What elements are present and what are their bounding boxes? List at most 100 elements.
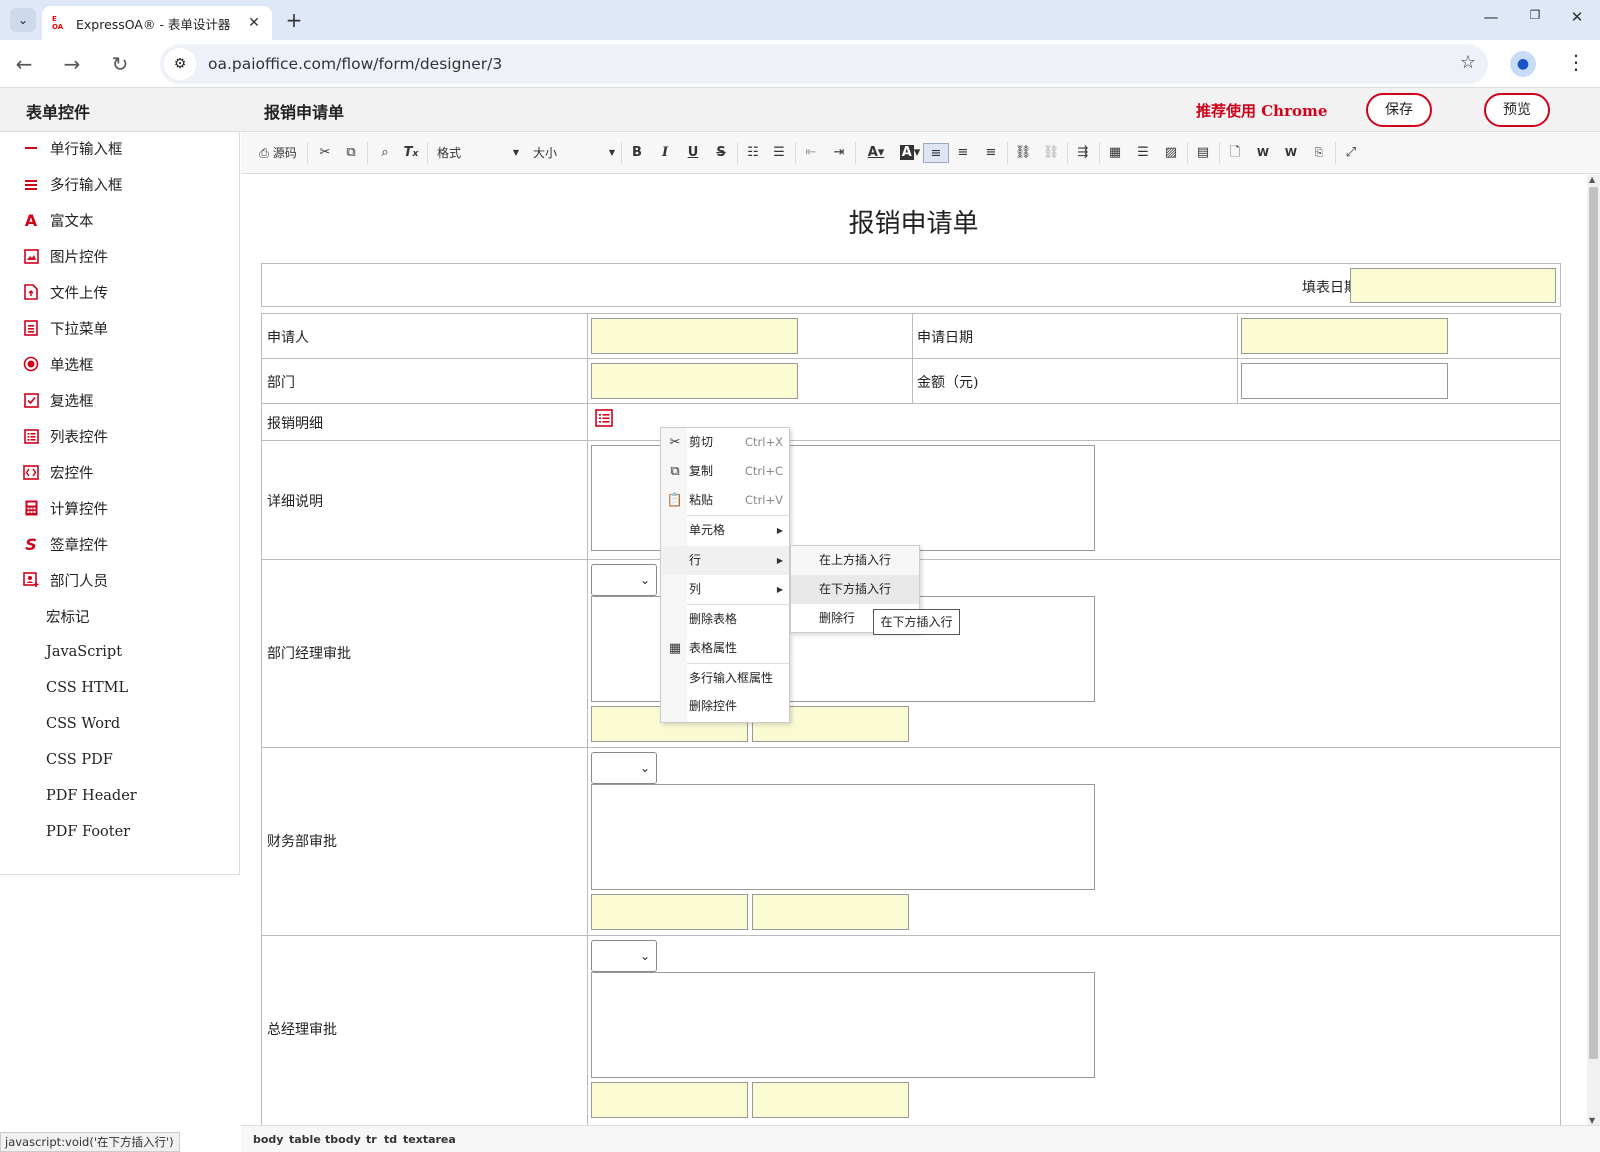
menu-item-table-properties[interactable]: ▦ 表格属性 — [661, 634, 789, 663]
minimize-icon[interactable]: — — [1476, 8, 1506, 32]
menu-item-insert-row-below[interactable]: 在下方插入行 — [791, 575, 919, 604]
preview-button[interactable]: 预览 — [1484, 93, 1550, 127]
dept-manager-select[interactable]: ⌄ — [591, 564, 657, 596]
menu-item-row[interactable]: 行 ▶ — [661, 546, 789, 575]
indent-icon[interactable]: ⇥ — [829, 143, 849, 163]
apply-date-field[interactable] — [1241, 318, 1448, 354]
pdf-icon[interactable]: ⎘ — [1309, 143, 1329, 163]
maximize-icon[interactable]: ⤢ — [1341, 143, 1361, 163]
path-table[interactable]: table — [289, 1133, 321, 1146]
sidebar-item-department-user[interactable]: 部门人员 — [22, 566, 108, 594]
close-icon[interactable]: ✕ — [246, 15, 262, 31]
size-select[interactable]: 大小 ▼ — [533, 143, 615, 163]
restore-icon[interactable]: ❐ — [1520, 8, 1550, 32]
sidebar-item-dropdown[interactable]: 下拉菜单 — [22, 314, 108, 342]
url-text[interactable]: oa.paioffice.com/flow/form/designer/3 — [208, 55, 502, 73]
menu-item-cell[interactable]: 单元格 ▶ — [661, 516, 789, 545]
link-icon[interactable]: ⛓ — [1013, 143, 1033, 163]
insert-image-icon[interactable]: ▨ — [1161, 143, 1181, 163]
menu-item-textarea-properties[interactable]: 多行输入框属性 — [661, 664, 789, 693]
format-select[interactable]: 格式 ▼ — [437, 143, 519, 163]
path-tr[interactable]: tr — [366, 1133, 377, 1146]
sidebar-item-radio[interactable]: 单选框 — [22, 350, 94, 378]
forward-icon[interactable]: → — [58, 50, 86, 78]
window-close-icon[interactable]: ✕ — [1562, 8, 1592, 32]
sidebar-item-pdf-footer[interactable]: PDF Footer — [46, 818, 130, 846]
browser-tab[interactable]: E OA ExpressOA® - 表单设计器 ✕ — [42, 6, 272, 40]
menu-item-delete-control[interactable]: 删除控件 — [661, 692, 789, 721]
menu-item-copy[interactable]: ⧉ 复制 Ctrl+C — [661, 457, 789, 486]
ordered-list-icon[interactable]: ☷ — [743, 143, 763, 163]
insert-row-icon[interactable]: ⇶ — [1073, 143, 1093, 163]
unlink-icon[interactable]: ⛓ — [1041, 143, 1061, 163]
cut-icon[interactable]: ✂ — [315, 143, 335, 163]
gm-select[interactable]: ⌄ — [591, 940, 657, 972]
fill-date-field[interactable] — [1350, 268, 1556, 303]
editor-canvas[interactable]: 报销申请单 填表日期: 申请人 申请日期 部门 金额（元) 报销明细 详细说明 … — [241, 175, 1586, 1125]
menu-item-insert-row-above[interactable]: 在上方插入行 — [791, 546, 919, 575]
sidebar-item-calculator[interactable]: 计算控件 — [22, 494, 108, 522]
finance-date-field[interactable] — [752, 894, 909, 930]
strikethrough-icon[interactable]: S — [711, 143, 731, 163]
reload-icon[interactable]: ↻ — [106, 50, 134, 78]
align-center-icon[interactable]: ≡ — [953, 143, 973, 163]
editor-scrollbar[interactable]: ▲ ▼ — [1587, 175, 1600, 1125]
align-right-icon[interactable]: ≡ — [981, 143, 1001, 163]
bold-icon[interactable]: B — [627, 143, 647, 163]
sidebar-item-checkbox[interactable]: 复选框 — [22, 386, 94, 414]
sidebar-item-macro-tag[interactable]: 宏标记 — [46, 602, 90, 630]
sidebar-item-css-html[interactable]: CSS HTML — [46, 674, 128, 702]
menu-item-delete-table[interactable]: 删除表格 — [661, 605, 789, 634]
department-field[interactable] — [591, 363, 798, 399]
path-textarea[interactable]: textarea — [403, 1133, 456, 1146]
omnibox[interactable]: ⚙ oa.paioffice.com/flow/form/designer/3 … — [160, 44, 1488, 84]
document-icon[interactable]: 🗋 — [1225, 143, 1245, 163]
copy-icon[interactable]: ⧉ — [341, 143, 361, 163]
background-color-icon[interactable]: A ▾ — [895, 143, 925, 163]
menu-item-paste[interactable]: 📋 粘贴 Ctrl+V — [661, 486, 789, 515]
site-info-icon[interactable]: ⚙ — [164, 48, 196, 80]
sidebar-item-signature[interactable]: S 签章控件 — [22, 530, 108, 558]
sidebar-item-list[interactable]: 列表控件 — [22, 422, 108, 450]
find-icon[interactable]: ⌕ — [375, 143, 395, 163]
source-button[interactable]: ⎙ 源码 — [255, 143, 301, 163]
menu-item-column[interactable]: 列 ▶ — [661, 575, 789, 604]
menu-item-cut[interactable]: ✂ 剪切 Ctrl+X — [661, 428, 789, 457]
sidebar-item-image[interactable]: 图片控件 — [22, 242, 108, 270]
sidebar-item-pdf-header[interactable]: PDF Header — [46, 782, 137, 810]
word-import-icon[interactable]: W — [1281, 143, 1301, 163]
gm-date-field[interactable] — [752, 1082, 909, 1118]
path-tbody[interactable]: tbody — [325, 1133, 361, 1146]
tab-search-button[interactable]: ⌄ — [10, 8, 36, 32]
scroll-thumb[interactable] — [1589, 187, 1598, 1059]
sidebar-item-rich-text[interactable]: A 富文本 — [22, 206, 94, 234]
sidebar-item-macro[interactable]: 宏控件 — [22, 458, 94, 486]
finance-textarea[interactable] — [591, 784, 1095, 890]
list-control-icon[interactable] — [595, 409, 613, 431]
gm-signer-field[interactable] — [591, 1082, 748, 1118]
word-export-icon[interactable]: W — [1253, 143, 1273, 163]
align-left-icon[interactable]: ≡ — [923, 143, 949, 163]
sidebar-item-single-line[interactable]: 单行输入框 — [22, 134, 123, 162]
sidebar-item-css-word[interactable]: CSS Word — [46, 710, 120, 738]
page-break-icon[interactable]: ▤ — [1193, 143, 1213, 163]
finance-select[interactable]: ⌄ — [591, 752, 657, 784]
scroll-up-icon[interactable]: ▲ — [1589, 175, 1595, 184]
outdent-icon[interactable]: ⇤ — [801, 143, 821, 163]
profile-avatar[interactable]: ● — [1510, 51, 1536, 77]
table-icon[interactable]: ▦ — [1105, 143, 1125, 163]
amount-field[interactable] — [1241, 363, 1448, 399]
bookmark-star-icon[interactable]: ☆ — [1460, 52, 1476, 73]
more-menu-icon[interactable]: ⋮ — [1566, 50, 1586, 74]
applicant-field[interactable] — [591, 318, 798, 354]
horizontal-line-icon[interactable]: ☰ — [1133, 143, 1153, 163]
gm-textarea[interactable] — [591, 972, 1095, 1078]
path-td[interactable]: td — [384, 1133, 397, 1146]
text-color-icon[interactable]: A▾ — [861, 143, 891, 163]
back-icon[interactable]: ← — [10, 50, 38, 78]
sidebar-item-file-upload[interactable]: 文件上传 — [22, 278, 108, 306]
new-tab-button[interactable]: + — [282, 8, 306, 32]
sidebar-item-css-pdf[interactable]: CSS PDF — [46, 746, 113, 774]
sidebar-item-multi-line[interactable]: 多行输入框 — [22, 170, 123, 198]
bullet-list-icon[interactable]: ☰ — [769, 143, 789, 163]
